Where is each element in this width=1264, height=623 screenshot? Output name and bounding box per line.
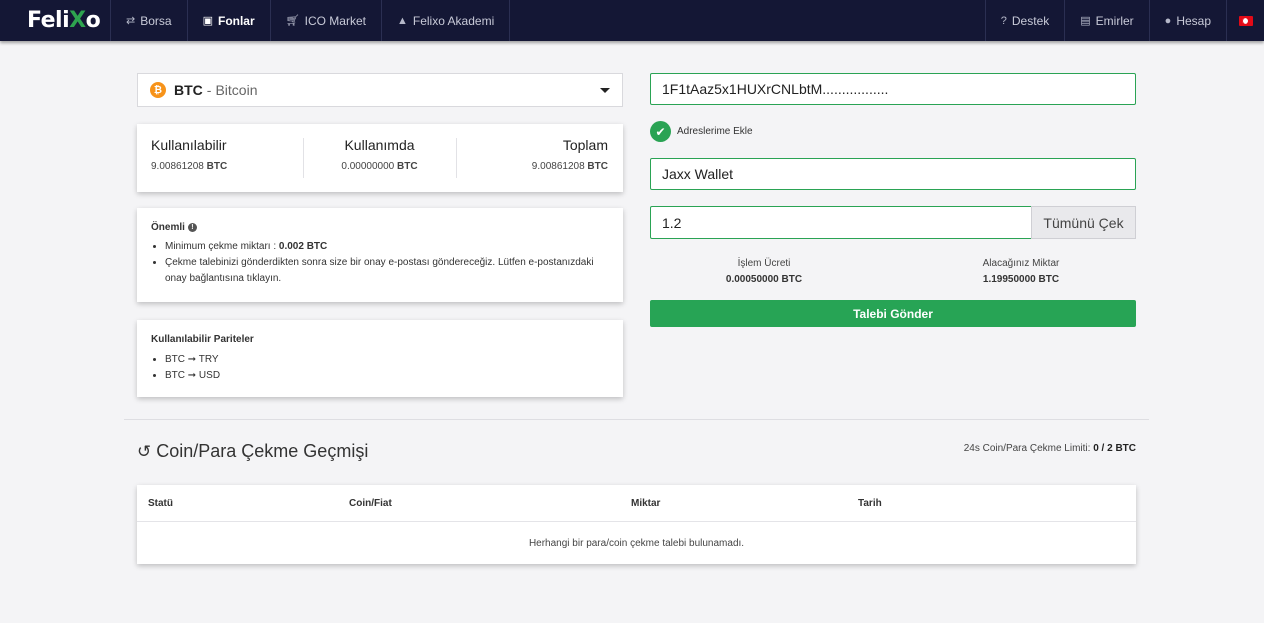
balance-card: Kullanılabilir 9.00861208 BTC Kullanımda… bbox=[137, 124, 623, 192]
info-icon: ! bbox=[187, 223, 197, 232]
turkey-flag-icon bbox=[1238, 15, 1253, 26]
available-pairs: Kullanılabilir Pariteler BTC ➞ TRY BTC ➞… bbox=[137, 320, 623, 397]
balance-in-use: Kullanımda 0.00000000 BTC bbox=[303, 124, 455, 192]
address-input[interactable]: 1F1tAaz5x1HUXrCNLbtM................. bbox=[650, 73, 1136, 105]
nav-item-ico-market[interactable]: 🛒︎ ICO Market bbox=[269, 0, 381, 41]
nav-item-destek[interactable]: ? Destek bbox=[984, 0, 1064, 41]
withdraw-limit: 24s Coin/Para Çekme Limiti: 0 / 2 BTC bbox=[963, 443, 1136, 454]
history-table: Statü Coin/Fiat Miktar Tarih Herhangi bi… bbox=[137, 485, 1136, 564]
currency-select[interactable]: ₿ BTC - Bitcoin bbox=[137, 73, 623, 107]
cart-icon: 🛒︎ bbox=[285, 15, 300, 27]
check-icon: ✔ bbox=[650, 121, 671, 142]
receive-amount: Alacağınız Miktar 1.19950000 BTC bbox=[982, 258, 1060, 285]
top-navbar: Feli Xo ⇄ Borsa ▣ Fonlar 🛒︎ ICO Market ▲ … bbox=[0, 0, 1264, 41]
withdraw-all-button[interactable]: Tümünü Çek bbox=[1031, 206, 1136, 239]
pairs-title: Kullanılabilir Pariteler bbox=[151, 334, 254, 345]
column-status: Statü bbox=[148, 498, 173, 509]
column-amount: Miktar bbox=[631, 498, 661, 509]
nav-item-fonlar[interactable]: ▣ Fonlar bbox=[186, 0, 270, 41]
notice-title: Önemli bbox=[151, 222, 185, 233]
currency-separator: - bbox=[206, 82, 212, 98]
add-to-addresses-toggle[interactable]: ✔ Adreslerime Ekle bbox=[650, 121, 753, 142]
user-icon: ● bbox=[1164, 14, 1172, 27]
chevron-down-icon bbox=[600, 88, 610, 93]
table-header: Statü Coin/Fiat Miktar Tarih bbox=[137, 485, 1136, 522]
list-item: BTC ➞ TRY bbox=[165, 352, 609, 368]
list-item: Çekme talebinizi gönderdikten sonra size… bbox=[165, 255, 609, 287]
exchange-icon: ⇄ bbox=[126, 15, 136, 27]
bitcoin-icon: ₿ bbox=[150, 82, 166, 98]
submit-request-button[interactable]: Talebi Gönder bbox=[650, 300, 1136, 327]
nav-spacer bbox=[509, 0, 985, 41]
amount-input[interactable]: 1.2 bbox=[650, 206, 1032, 239]
nav-item-emirler[interactable]: ▤ Emirler bbox=[1064, 0, 1148, 41]
document-icon: ▤ bbox=[1080, 15, 1091, 27]
column-date: Tarih bbox=[858, 498, 882, 509]
column-coin-fiat: Coin/Fiat bbox=[349, 498, 392, 509]
language-selector[interactable] bbox=[1226, 0, 1264, 41]
pairs-list: BTC ➞ TRY BTC ➞ USD bbox=[151, 352, 609, 384]
currency-name: Bitcoin bbox=[215, 82, 258, 98]
section-divider bbox=[124, 419, 1149, 420]
question-icon: ? bbox=[1000, 14, 1007, 27]
empty-table-message: Herhangi bir para/coin çekme talebi bulu… bbox=[528, 537, 745, 549]
important-notice: Önemli ! Minimum çekme miktarı : 0.002 B… bbox=[137, 208, 623, 302]
history-title: ↺ Coin/Para Çekme Geçmişi bbox=[137, 441, 369, 461]
money-icon: ▣ bbox=[202, 15, 213, 27]
nav-item-felixo-akademi[interactable]: ▲ Felixo Akademi bbox=[380, 0, 509, 41]
notice-list: Minimum çekme miktarı : 0.002 BTC Çekme … bbox=[151, 239, 609, 287]
transaction-fee: İşlem Ücreti 0.00050000 BTC bbox=[725, 258, 803, 285]
nav-item-hesap[interactable]: ● Hesap bbox=[1148, 0, 1226, 41]
list-item: BTC ➞ USD bbox=[165, 368, 609, 384]
balance-total: Toplam 9.00861208 BTC bbox=[455, 124, 623, 192]
list-item: Minimum çekme miktarı : 0.002 BTC bbox=[165, 239, 609, 255]
wallet-name-input[interactable]: Jaxx Wallet bbox=[650, 158, 1136, 190]
currency-code: BTC bbox=[174, 82, 203, 98]
felixo-logo[interactable]: Feli Xo bbox=[0, 0, 110, 41]
nav-item-borsa[interactable]: ⇄ Borsa bbox=[110, 0, 187, 41]
graduation-cap-icon: ▲ bbox=[396, 14, 408, 27]
history-icon: ↺ bbox=[137, 441, 152, 461]
balance-available: Kullanılabilir 9.00861208 BTC bbox=[151, 137, 228, 172]
